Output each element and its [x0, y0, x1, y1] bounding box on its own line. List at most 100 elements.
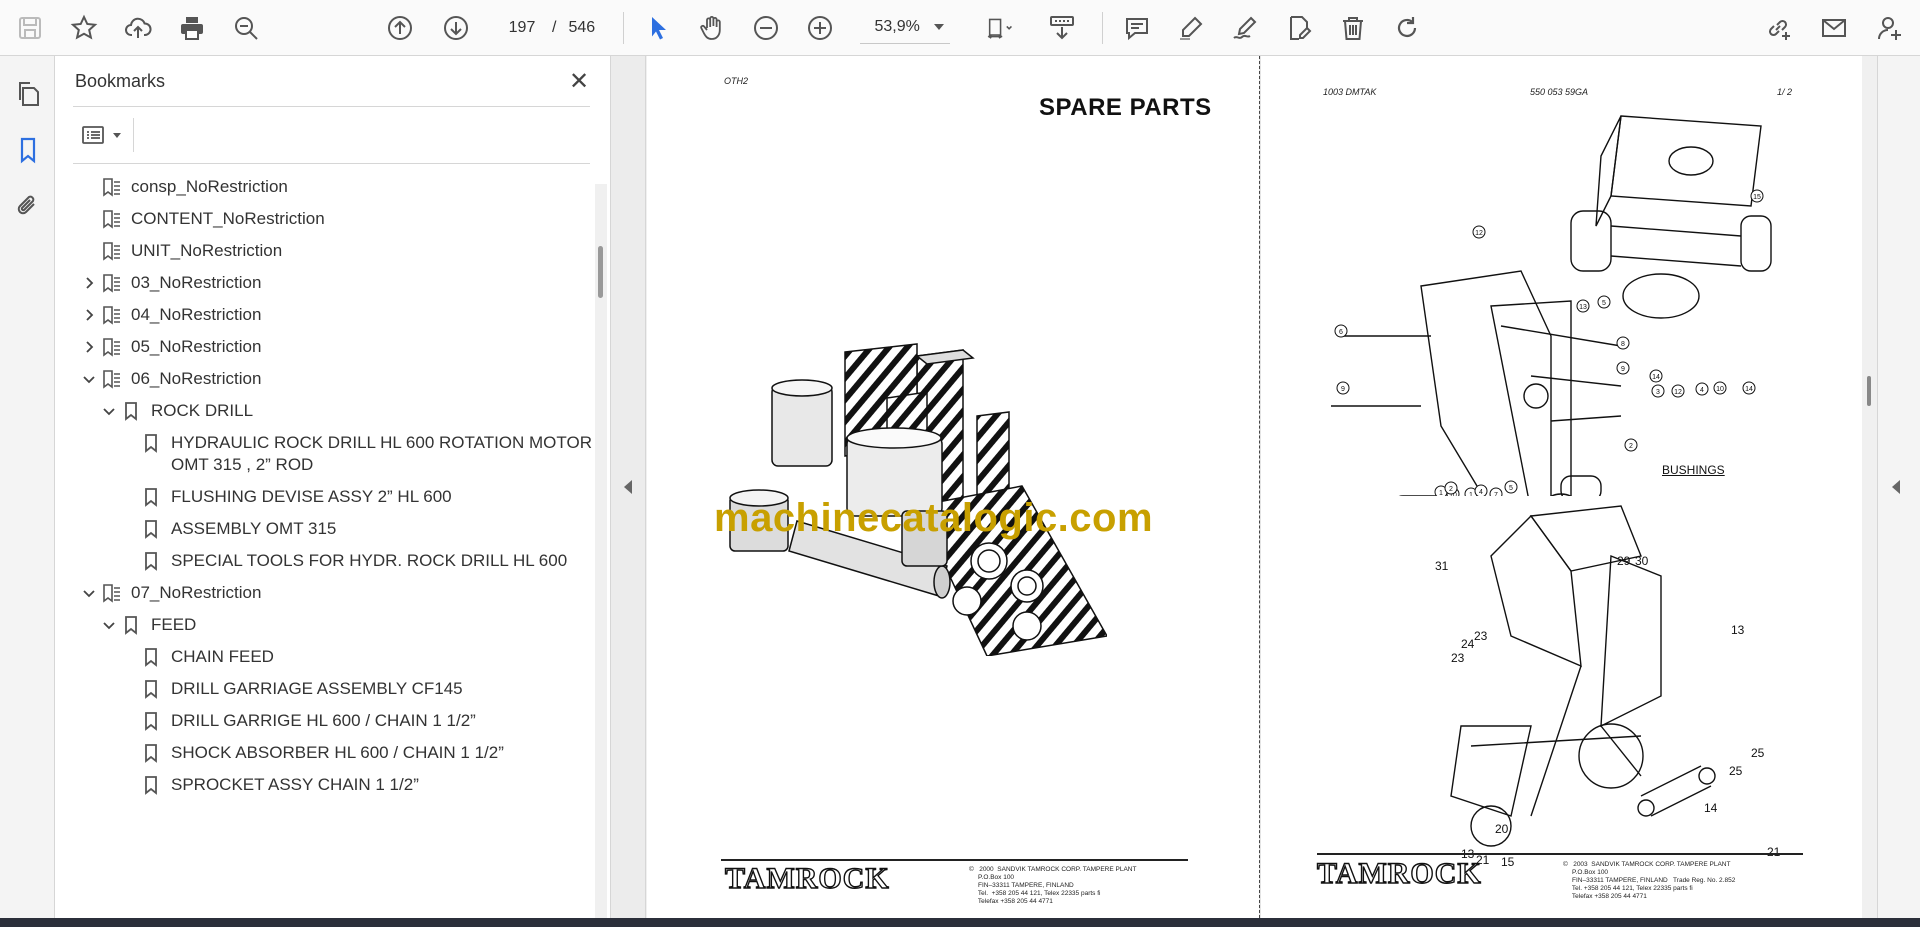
- redo-icon[interactable]: [1385, 6, 1429, 50]
- scrolling-mode-icon[interactable]: [1040, 6, 1084, 50]
- bookmark-tree: consp_NoRestriction CONTENT_NoRestriction…: [73, 171, 593, 918]
- bookmarks-panel-header: Bookmarks ✕: [55, 56, 610, 106]
- page-thumbnails-icon[interactable]: [0, 66, 55, 122]
- section-label-bushings: BUSHINGS: [1662, 463, 1725, 477]
- panel-collapse-handle[interactable]: [610, 56, 646, 918]
- find-zoom-icon[interactable]: [224, 6, 268, 50]
- bookmark-icon: [139, 646, 163, 668]
- bookmark-label: SHOCK ABSORBER HL 600 / CHAIN 1 1/2”: [171, 743, 504, 762]
- close-icon[interactable]: ✕: [564, 66, 594, 96]
- callout-number: 15: [1753, 194, 1761, 201]
- bookmark-item[interactable]: FEED: [73, 609, 593, 641]
- chevron-down-icon[interactable]: [79, 368, 99, 390]
- bookmark-item[interactable]: CONTENT_NoRestriction: [73, 203, 593, 235]
- zoom-in-icon[interactable]: [798, 6, 842, 50]
- scrollbar-thumb[interactable]: [1867, 376, 1871, 406]
- hand-tool-icon[interactable]: [690, 6, 734, 50]
- divider: [73, 163, 590, 164]
- document-view[interactable]: OTH2 SPARE PARTS TAMROCK © 2000 SANDVIK …: [647, 56, 1877, 918]
- highlight-pen-icon[interactable]: [1169, 6, 1213, 50]
- bookmark-item[interactable]: ROCK DRILL: [73, 395, 593, 427]
- email-icon[interactable]: [1812, 6, 1856, 50]
- bookmark-options-button[interactable]: [75, 118, 134, 152]
- exploded-view-drawing-upper: 151213143124101458921101616921475: [1331, 115, 1772, 496]
- bookmark-item[interactable]: ASSEMBLY OMT 315: [73, 513, 593, 545]
- bookmark-item[interactable]: SPROCKET ASSY CHAIN 1 1/2”: [73, 769, 593, 801]
- bookmarks-icon[interactable]: [0, 122, 55, 178]
- draw-pen-icon[interactable]: [1223, 6, 1267, 50]
- zoom-level-value: 53,9%: [874, 18, 920, 35]
- share-link-icon[interactable]: [1756, 6, 1800, 50]
- bookmark-label: ROCK DRILL: [151, 401, 254, 420]
- bookmark-label: DRILL GARRIGE HL 600 / CHAIN 1 1/2”: [171, 711, 476, 730]
- bookmark-icon: [139, 432, 163, 454]
- watermark-text: machinecatalogic.com: [714, 496, 1154, 540]
- save-icon[interactable]: [8, 6, 52, 50]
- callout-number: 2: [1629, 443, 1633, 450]
- next-page-icon[interactable]: [434, 6, 478, 50]
- right-panel-handle[interactable]: [1877, 56, 1920, 918]
- chevron-right-icon[interactable]: [79, 336, 99, 358]
- callout-number: 15: [1501, 855, 1515, 869]
- chevron-down-icon[interactable]: [99, 400, 119, 422]
- page-number-input[interactable]: [498, 12, 546, 43]
- bookmark-label: 06_NoRestriction: [131, 369, 262, 388]
- chevron-down-icon: [113, 132, 121, 138]
- bookmark-item[interactable]: CHAIN FEED: [73, 641, 593, 673]
- bookmark-label: ASSEMBLY OMT 315: [171, 519, 337, 538]
- print-icon[interactable]: [170, 6, 214, 50]
- page-total: 546: [568, 18, 596, 36]
- callout-number: 12: [1674, 389, 1682, 396]
- bookmark-item[interactable]: 05_NoRestriction: [73, 331, 593, 363]
- comment-icon[interactable]: [1115, 6, 1159, 50]
- callout-number: 14: [1652, 374, 1660, 381]
- page-fit-icon[interactable]: [972, 6, 1026, 50]
- bookmark-item[interactable]: DRILL GARRIGE HL 600 / CHAIN 1 1/2”: [73, 705, 593, 737]
- star-icon[interactable]: [62, 6, 106, 50]
- callout-number: 29: [1617, 554, 1631, 568]
- scrollbar-thumb[interactable]: [598, 246, 603, 298]
- select-tool-icon[interactable]: [636, 6, 680, 50]
- chevron-right-icon[interactable]: [79, 272, 99, 294]
- callout-number: 13: [1731, 623, 1745, 637]
- callout-number: 31: [1435, 559, 1449, 573]
- bookmark-item[interactable]: 03_NoRestriction: [73, 267, 593, 299]
- bookmark-item[interactable]: 04_NoRestriction: [73, 299, 593, 331]
- account-icon[interactable]: [1868, 6, 1912, 50]
- bookmark-item[interactable]: 07_NoRestriction: [73, 577, 593, 609]
- chevron-right-icon[interactable]: [79, 304, 99, 326]
- bookmark-item[interactable]: UNIT_NoRestriction: [73, 235, 593, 267]
- bookmark-item[interactable]: DRILL GARRIAGE ASSEMBLY CF145: [73, 673, 593, 705]
- callout-number: 20: [1495, 822, 1509, 836]
- bookmarks-panel: Bookmarks ✕ consp_NoRestriction CONTENT_N…: [55, 56, 610, 918]
- previous-page-icon[interactable]: [378, 6, 422, 50]
- chevron-down-icon[interactable]: [99, 614, 119, 636]
- delete-icon[interactable]: [1331, 6, 1375, 50]
- upload-cloud-icon[interactable]: [116, 6, 160, 50]
- tagged-bookmark-icon: [99, 272, 123, 294]
- bookmark-item[interactable]: HYDRAULIC ROCK DRILL HL 600 ROTATION MOT…: [73, 427, 593, 481]
- callout-number: 25: [1729, 764, 1743, 778]
- edit-pdf-icon[interactable]: [1277, 6, 1321, 50]
- bookmark-item[interactable]: FLUSHING DEVISE ASSY 2” HL 600: [73, 481, 593, 513]
- bookmark-item[interactable]: 06_NoRestriction: [73, 363, 593, 395]
- bookmark-item[interactable]: consp_NoRestriction: [73, 171, 593, 203]
- callout-number: 10: [1716, 386, 1724, 393]
- document-scrollbar[interactable]: [1862, 56, 1877, 918]
- footer-rule: [1317, 853, 1803, 855]
- callout-number: 14: [1745, 386, 1753, 393]
- bookmark-item[interactable]: SPECIAL TOOLS FOR HYDR. ROCK DRILL HL 60…: [73, 545, 593, 577]
- bookmark-icon: [139, 518, 163, 540]
- spare-parts-illustration: [729, 343, 1107, 656]
- bookmark-label: 07_NoRestriction: [131, 583, 262, 602]
- bookmark-item[interactable]: SHOCK ABSORBER HL 600 / CHAIN 1 1/2”: [73, 737, 593, 769]
- zoom-level-dropdown[interactable]: 53,9%: [860, 12, 951, 44]
- bookmark-label: FLUSHING DEVISE ASSY 2” HL 600: [171, 487, 452, 506]
- bookmarks-scrollbar[interactable]: [595, 184, 607, 918]
- zoom-out-icon[interactable]: [744, 6, 788, 50]
- attachments-icon[interactable]: [0, 178, 55, 234]
- bookmark-label: consp_NoRestriction: [131, 177, 288, 196]
- chevron-down-icon[interactable]: [79, 582, 99, 604]
